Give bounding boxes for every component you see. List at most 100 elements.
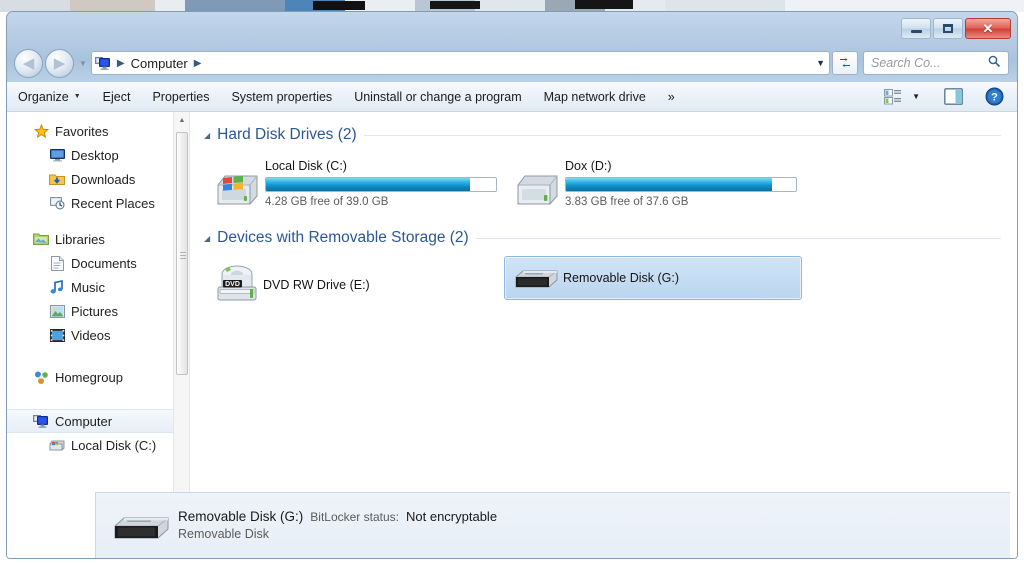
sidebar-label-libraries: Libraries [55,231,105,247]
toolbar-system-properties[interactable]: System properties [220,86,343,108]
details-bitlocker-value: Not encryptable [406,508,498,524]
sidebar-item-desktop[interactable]: Desktop [7,143,189,167]
sidebar-item-recent-places[interactable]: Recent Places [7,191,189,215]
sidebar-item-documents[interactable]: Documents [7,251,189,275]
breadcrumb-separator-2[interactable]: ▶ [190,58,206,69]
show-preview-pane-button[interactable] [939,88,968,105]
toolbar-system-properties-label: System properties [231,89,333,104]
details-title: Removable Disk (G:) [178,508,304,524]
minimize-button[interactable] [901,18,931,39]
hard-disk-icon [511,159,563,209]
device-item-dvd-rw-drive-e[interactable]: DVD DVD RW Drive (E:) [204,256,504,314]
refresh-button[interactable] [832,51,858,75]
navigation-tree: Favorites Desktop Downloads Recent Place… [7,112,189,457]
toolbar-properties-label: Properties [152,89,210,104]
music-icon [49,279,65,295]
sidebar-item-favorites[interactable]: Favorites [7,119,189,143]
toolbar-map-network-drive[interactable]: Map network drive [533,86,657,108]
search-input[interactable]: Search Co... [863,51,1009,75]
sidebar-label-local-disk-c: Local Disk (C:) [71,437,157,453]
documents-icon [49,255,65,271]
group-divider [363,134,1001,136]
capacity-bar-d [565,177,797,192]
back-button[interactable]: ◀ [14,48,43,78]
downloads-folder-icon [49,171,65,187]
toolbar-organize[interactable]: Organize ▼ [7,86,92,108]
toolbar-eject-label: Eject [102,89,131,104]
group-header-hard-disk-drives[interactable]: ◢ Hard Disk Drives (2) [204,126,1017,144]
sidebar-item-computer[interactable]: Computer [7,409,189,433]
drive-name-d: Dox (D:) [565,159,612,173]
drive-free-space-d: 3.83 GB free of 37.6 GB [565,196,689,208]
scrollbar-thumb[interactable] [176,132,188,375]
change-view-dropdown[interactable]: ▼ [907,92,925,101]
sidebar-label-music: Music [71,279,105,295]
sidebar-item-homegroup[interactable]: Homegroup [7,365,189,389]
sidebar-label-desktop: Desktop [71,147,119,163]
sidebar-label-recent-places: Recent Places [71,195,155,211]
toolbar-overflow-button[interactable]: » [657,86,686,108]
hard-disk-drives-row: Local Disk (C:) 4.28 GB free of 39.0 GB [204,153,1017,215]
sidebar-item-libraries[interactable]: Libraries [7,227,189,251]
sidebar-item-downloads[interactable]: Downloads [7,167,189,191]
refresh-icon [840,57,850,68]
device-name-dvd-rw-drive-e: DVD RW Drive (E:) [263,278,370,292]
history-dropdown-icon[interactable]: ▼ [79,59,87,68]
toolbar-uninstall-label: Uninstall or change a program [354,89,522,104]
group-header-removable-storage[interactable]: ◢ Devices with Removable Storage (2) [204,229,1017,247]
maximize-button[interactable] [933,18,963,39]
sidebar-gap-1 [7,215,189,227]
computer-icon [33,413,49,429]
toolbar-properties[interactable]: Properties [141,86,220,108]
breadcrumb-computer[interactable]: Computer [129,56,190,71]
sidebar-item-local-disk-c[interactable]: Local Disk (C:) [7,433,189,457]
toolbar-uninstall-or-change-a-program[interactable]: Uninstall or change a program [343,86,532,108]
sidebar-label-documents: Documents [71,255,137,271]
group-title-hard-disk-drives: Hard Disk Drives (2) [217,126,357,143]
details-bitlocker-label: BitLocker status: [310,509,399,524]
window-controls: ✕ [901,18,1011,39]
device-item-removable-disk-g[interactable]: Removable Disk (G:) [504,256,802,300]
details-line-1: Removable Disk (G:) BitLocker status: No… [178,509,497,524]
title-bar[interactable]: ✕ [7,12,1017,44]
removable-disk-icon [106,509,178,543]
forward-arrow-icon: ▶ [53,54,66,72]
maximize-icon [943,24,953,33]
collapse-triangle-icon[interactable]: ◢ [204,234,210,243]
navigation-buttons: ◀ ▶ ▼ [14,48,91,78]
drive-item-local-disk-c[interactable]: Local Disk (C:) 4.28 GB free of 39.0 GB [204,153,504,215]
search-icon [988,55,1008,71]
forward-button[interactable]: ▶ [45,48,74,78]
device-name-removable-disk-g: Removable Disk (G:) [563,271,679,285]
address-bar-row: ◀ ▶ ▼ ▶ Computer ▶ ▼ Search Co... [7,45,1017,81]
scroll-up-button[interactable]: ▲ [174,112,189,129]
pictures-icon [49,303,65,319]
change-view-button[interactable] [879,88,907,105]
group-title-removable-storage: Devices with Removable Storage (2) [217,229,469,246]
drive-item-dox-d[interactable]: Dox (D:) 3.83 GB free of 37.6 GB [504,153,804,215]
windows-hard-disk-icon [211,159,263,209]
close-button[interactable]: ✕ [965,18,1011,39]
address-dropdown-icon[interactable]: ▼ [816,52,825,74]
sidebar-gap-2 [7,347,189,365]
change-view-icon [884,88,902,104]
breadcrumb-separator-1[interactable]: ▶ [113,58,129,69]
scrollbar-grip-icon [180,250,186,261]
toolbar-eject[interactable]: Eject [92,86,142,108]
capacity-bar-c [265,177,497,192]
group-divider [475,237,1001,239]
removable-disk-icon [511,263,563,293]
details-subtitle: Removable Disk [178,526,270,541]
address-bar[interactable]: ▶ Computer ▶ ▼ [90,51,830,75]
sidebar-label-pictures: Pictures [71,303,118,319]
sidebar-item-pictures[interactable]: Pictures [7,299,189,323]
sidebar-label-computer: Computer [55,413,113,429]
recent-places-icon [49,195,65,211]
sidebar-item-music[interactable]: Music [7,275,189,299]
videos-icon [49,327,65,343]
help-button[interactable]: ? [980,87,1009,106]
details-pane: Removable Disk (G:) BitLocker status: No… [95,492,1010,558]
collapse-triangle-icon[interactable]: ◢ [204,131,210,140]
sidebar-item-videos[interactable]: Videos [7,323,189,347]
capacity-bar-fill-d [566,178,773,191]
